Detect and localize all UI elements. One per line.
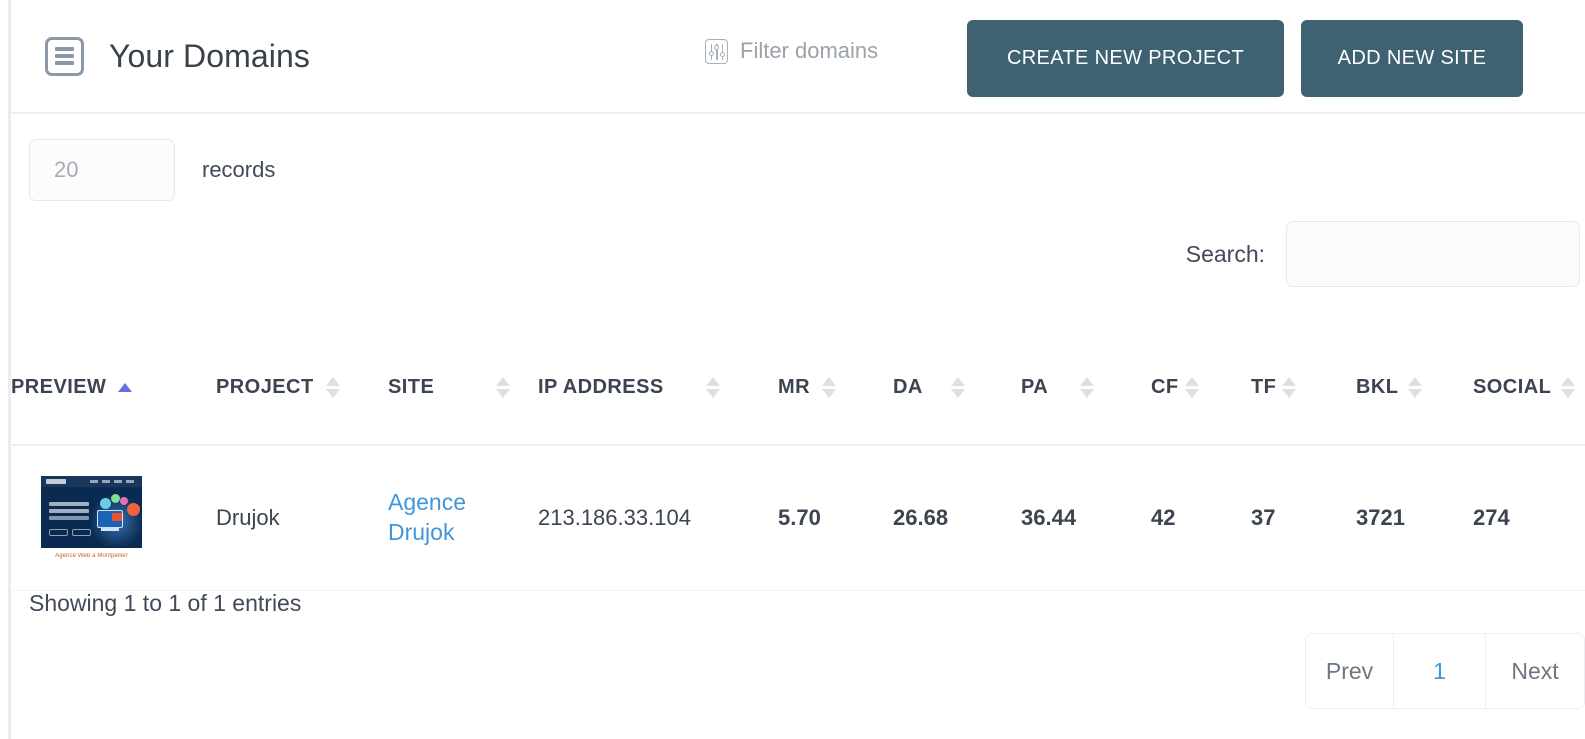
filter-domains-label: Filter domains	[740, 38, 879, 63]
column-label-social: SOCIAL	[1473, 375, 1552, 398]
column-header-pa[interactable]: PA	[1021, 330, 1151, 446]
sort-arrows-icon[interactable]	[1080, 376, 1095, 398]
cell-mr: 5.70	[778, 445, 893, 591]
column-header-ip-address[interactable]: IP ADDRESS	[538, 330, 778, 446]
social-value: 274	[1473, 504, 1510, 530]
ip-address-value: 213.186.33.104	[538, 504, 691, 530]
column-label-da: DA	[893, 375, 923, 398]
column-header-preview[interactable]: PREVIEW	[11, 330, 216, 446]
sort-arrows-icon[interactable]	[705, 376, 720, 398]
cf-value: 42	[1151, 504, 1176, 530]
filter-domains-button[interactable]: Filter domains	[705, 38, 878, 64]
table-body: Agence Web a Montpellier Drujok Agence D…	[11, 445, 1585, 591]
cell-preview: Agence Web a Montpellier	[11, 445, 216, 591]
cell-da: 26.68	[893, 445, 1021, 591]
cell-cf: 42	[1151, 445, 1251, 591]
cell-project: Drujok	[216, 445, 388, 591]
sliders-filter-icon	[705, 38, 728, 64]
table-header-row: PREVIEW PROJECT SITE IP ADDRESS MR DA PA…	[11, 330, 1585, 446]
search-control: Search:	[1186, 221, 1580, 287]
column-header-social[interactable]: SOCIAL	[1473, 330, 1585, 446]
column-label-site: SITE	[388, 375, 435, 398]
sort-arrows-icon[interactable]	[1184, 376, 1199, 398]
column-label-tf: TF	[1251, 375, 1277, 398]
column-label-mr: MR	[778, 375, 811, 398]
pagination-next-button[interactable]: Next	[1486, 634, 1584, 708]
domains-table: PREVIEW PROJECT SITE IP ADDRESS MR DA PA…	[11, 330, 1585, 591]
domains-page: Your Domains Filter domains CREATE NEW P…	[0, 0, 1585, 739]
column-label-ip-address: IP ADDRESS	[538, 375, 664, 398]
column-header-bkl[interactable]: BKL	[1356, 330, 1473, 446]
cell-ip-address: 213.186.33.104	[538, 445, 778, 591]
add-new-site-button[interactable]: ADD NEW SITE	[1301, 20, 1523, 97]
records-control: records	[29, 139, 275, 201]
column-label-project: PROJECT	[216, 375, 314, 398]
column-header-tf[interactable]: TF	[1251, 330, 1356, 446]
sort-arrows-icon[interactable]	[1561, 376, 1576, 398]
create-new-project-button[interactable]: CREATE NEW PROJECT	[967, 20, 1284, 97]
sort-arrows-icon[interactable]	[325, 376, 340, 398]
site-link[interactable]: Agence Drujok	[388, 488, 538, 547]
column-header-mr[interactable]: MR	[778, 330, 893, 446]
pagination: Prev 1 Next	[1305, 633, 1585, 709]
table-head: PREVIEW PROJECT SITE IP ADDRESS MR DA PA…	[11, 330, 1585, 446]
da-value: 26.68	[893, 504, 949, 530]
sort-arrow-ascending-icon[interactable]	[118, 382, 133, 392]
cell-pa: 36.44	[1021, 445, 1151, 591]
cell-social: 274	[1473, 445, 1585, 591]
records-label: records	[202, 157, 276, 182]
page-header: Your Domains Filter domains CREATE NEW P…	[11, 0, 1585, 114]
column-header-project[interactable]: PROJECT	[216, 330, 388, 446]
header-actions: CREATE NEW PROJECT ADD NEW SITE	[967, 20, 1523, 97]
column-label-pa: PA	[1021, 375, 1049, 398]
sort-arrows-icon[interactable]	[496, 376, 511, 398]
sort-arrows-icon[interactable]	[1408, 376, 1423, 398]
site-preview-thumbnail[interactable]	[41, 476, 142, 549]
bkl-value: 3721	[1356, 504, 1405, 530]
project-name: Drujok	[216, 504, 280, 530]
cell-tf: 37	[1251, 445, 1356, 591]
mr-value: 5.70	[778, 504, 821, 530]
column-label-cf: CF	[1151, 375, 1179, 398]
sort-arrows-icon[interactable]	[822, 376, 837, 398]
table-row[interactable]: Agence Web a Montpellier Drujok Agence D…	[11, 445, 1585, 591]
pagination-page-1[interactable]: 1	[1394, 634, 1486, 708]
sort-arrows-icon[interactable]	[1282, 376, 1297, 398]
page-title: Your Domains	[109, 38, 311, 74]
cell-bkl: 3721	[1356, 445, 1473, 591]
column-label-preview: PREVIEW	[11, 375, 107, 398]
header-title-group: Your Domains	[45, 36, 311, 76]
tf-value: 37	[1251, 504, 1276, 530]
search-input[interactable]	[1286, 221, 1580, 287]
entries-summary: Showing 1 to 1 of 1 entries	[29, 590, 302, 616]
column-header-cf[interactable]: CF	[1151, 330, 1251, 446]
preview-caption: Agence Web a Montpellier	[55, 553, 128, 560]
domains-table-wrapper: PREVIEW PROJECT SITE IP ADDRESS MR DA PA…	[11, 330, 1585, 591]
search-label: Search:	[1185, 240, 1265, 267]
pa-value: 36.44	[1021, 504, 1077, 530]
list-icon	[45, 36, 84, 76]
sort-arrows-icon[interactable]	[950, 376, 965, 398]
cell-site: Agence Drujok	[388, 445, 538, 591]
column-header-da[interactable]: DA	[893, 330, 1021, 446]
column-label-bkl: BKL	[1356, 375, 1399, 398]
records-input[interactable]	[29, 139, 175, 201]
column-header-site[interactable]: SITE	[388, 330, 538, 446]
pagination-prev-button[interactable]: Prev	[1306, 634, 1394, 708]
